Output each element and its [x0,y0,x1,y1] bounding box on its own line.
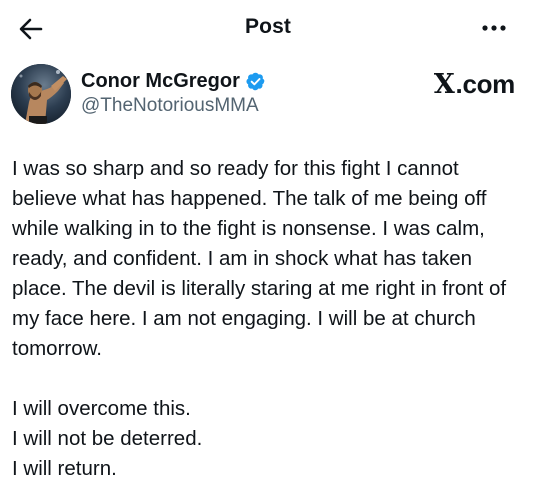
author-display-name[interactable]: Conor McGregor [81,70,240,93]
post-paragraph: I was so sharp and so ready for this fig… [12,157,507,360]
author-handle[interactable]: @TheNotoriousMMA [81,95,266,117]
watermark-domain: .com [455,69,516,99]
post-header: Post [0,0,536,56]
profile-photo [11,64,71,124]
author-name-row: Conor McGregor [81,69,266,93]
more-options-button[interactable] [474,14,514,42]
post-line: I will return. [12,457,117,480]
x-logo-icon: X [433,69,455,100]
avatar[interactable] [11,64,71,124]
post-author: Conor McGregor @TheNotoriousMMA [81,69,266,117]
post-line: I will overcome this. [12,397,191,420]
verified-badge-icon[interactable] [245,71,266,92]
x-com-watermark: X .com [434,69,515,100]
page-title: Post [245,15,291,38]
post-text: I was so sharp and so ready for this fig… [12,154,527,484]
more-horizontal-icon [482,25,506,31]
post-line: I will not be deterred. [12,427,203,450]
